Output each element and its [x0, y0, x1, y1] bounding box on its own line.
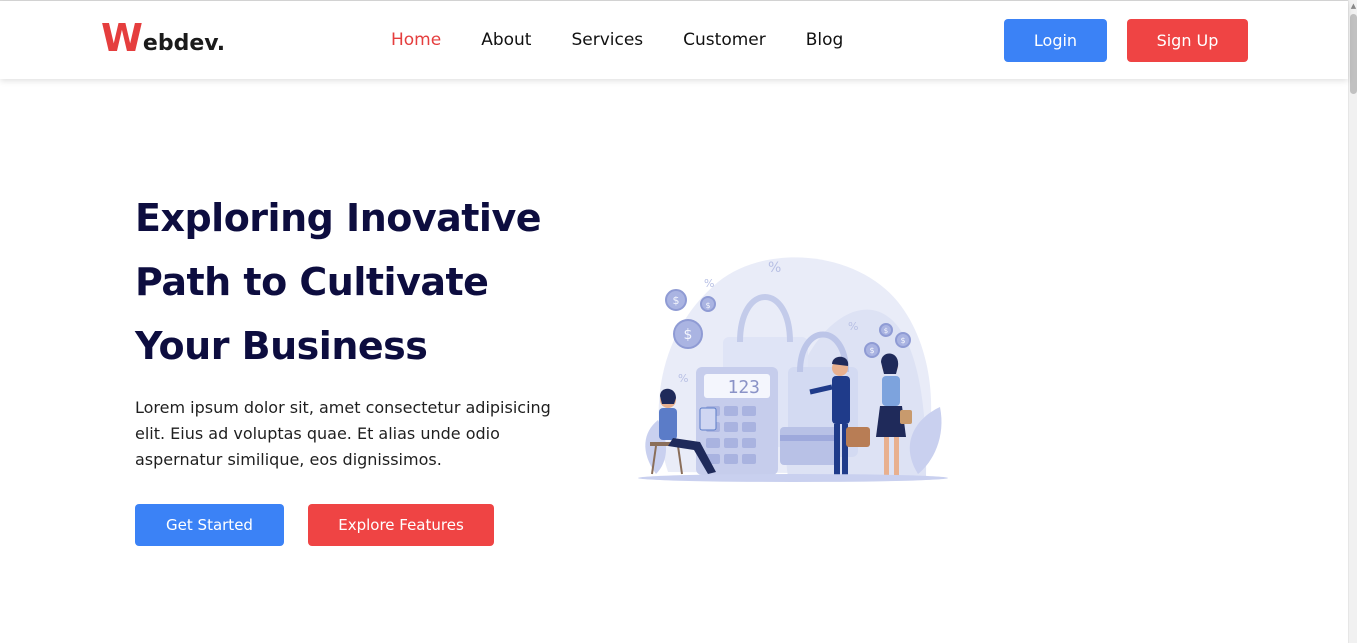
- hero-title-line-1: Exploring Inovative: [135, 196, 542, 240]
- nav-services[interactable]: Services: [571, 29, 643, 51]
- svg-text:%: %: [848, 320, 858, 333]
- nav-blog[interactable]: Blog: [806, 29, 844, 51]
- vertical-scrollbar[interactable]: ▲: [1348, 0, 1357, 643]
- nav-about[interactable]: About: [481, 29, 531, 51]
- nav-home[interactable]: Home: [391, 29, 441, 51]
- hero-description: Lorem ipsum dolor sit, amet consectetur …: [135, 398, 551, 469]
- svg-text:%: %: [768, 260, 781, 276]
- calculator-display: 123: [727, 377, 760, 398]
- nav-customer[interactable]: Customer: [683, 29, 766, 51]
- hero-title: Exploring Inovative Path to Cultivate Yo…: [135, 186, 595, 378]
- svg-text:%: %: [704, 277, 714, 290]
- svg-text:$: $: [705, 301, 710, 310]
- svg-text:$: $: [884, 327, 888, 335]
- shopping-finance-illustration: 123 $ $ $ $ $ $ %%%%: [628, 242, 958, 492]
- scroll-up-arrow-icon[interactable]: ▲: [1349, 1, 1357, 11]
- svg-text:%: %: [678, 372, 688, 385]
- logo-text: ebdev.: [142, 31, 226, 56]
- explore-features-button[interactable]: Explore Features: [308, 504, 494, 546]
- signup-button[interactable]: Sign Up: [1127, 19, 1248, 62]
- site-header: W ebdev. Home About Services Customer Bl…: [0, 1, 1348, 79]
- logo-initial: W: [101, 16, 143, 60]
- svg-text:$: $: [684, 327, 693, 343]
- svg-text:$: $: [900, 336, 905, 345]
- hero-title-line-3: Your Business: [135, 324, 428, 368]
- logo[interactable]: W ebdev.: [101, 19, 225, 57]
- svg-text:$: $: [673, 294, 680, 307]
- main-nav: Home About Services Customer Blog: [391, 29, 883, 51]
- illustration-svg: 123 $ $ $ $ $ $ %%%%: [638, 257, 948, 482]
- svg-text:$: $: [869, 346, 874, 355]
- get-started-button[interactable]: Get Started: [135, 504, 284, 546]
- login-button[interactable]: Login: [1004, 19, 1107, 62]
- hero-title-line-2: Path to Cultivate: [135, 260, 489, 304]
- scrollbar-thumb[interactable]: [1350, 14, 1357, 94]
